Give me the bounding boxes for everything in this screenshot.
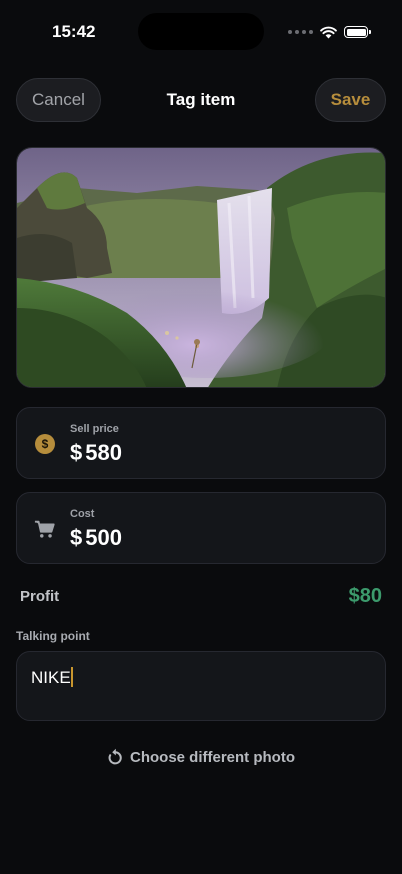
status-time: 15:42 bbox=[52, 22, 96, 41]
talking-point-label: Talking point bbox=[16, 629, 90, 643]
cellular-signal-icon bbox=[288, 30, 313, 34]
cost-value: $500 bbox=[70, 525, 122, 551]
sell-price-amount: 580 bbox=[85, 440, 122, 465]
item-photo[interactable] bbox=[16, 147, 386, 388]
profit-label: Profit bbox=[20, 588, 60, 605]
save-button[interactable]: Save bbox=[315, 78, 386, 122]
sell-price-value: $580 bbox=[70, 440, 122, 466]
choose-different-photo-label: Choose different photo bbox=[130, 748, 295, 766]
profit-value: $80 bbox=[348, 585, 382, 607]
currency-symbol: $ bbox=[70, 525, 83, 550]
status-bar: 15:42 bbox=[0, 0, 402, 60]
cost-amount: 500 bbox=[85, 525, 122, 550]
svg-text:$: $ bbox=[42, 437, 49, 451]
cost-field[interactable]: Cost $500 bbox=[16, 492, 386, 564]
currency-symbol: $ bbox=[70, 440, 83, 465]
choose-different-photo-button[interactable]: Choose different photo bbox=[0, 748, 402, 766]
rotate-ccw-icon bbox=[108, 748, 122, 765]
wifi-icon bbox=[320, 26, 337, 38]
dynamic-island bbox=[138, 13, 264, 50]
cost-label: Cost bbox=[70, 508, 95, 520]
battery-icon bbox=[344, 26, 371, 38]
waterfall-photo-image bbox=[17, 148, 385, 387]
talking-point-value: NIKE bbox=[31, 667, 73, 687]
text-caret bbox=[70, 667, 73, 687]
status-icons bbox=[288, 24, 371, 40]
talking-point-input[interactable]: NIKE bbox=[16, 651, 386, 721]
cart-icon bbox=[34, 520, 55, 538]
sell-price-label: Sell price bbox=[70, 423, 119, 435]
sell-price-field[interactable]: $ Sell price $580 bbox=[16, 407, 386, 479]
dollar-coin-icon: $ bbox=[35, 434, 55, 454]
